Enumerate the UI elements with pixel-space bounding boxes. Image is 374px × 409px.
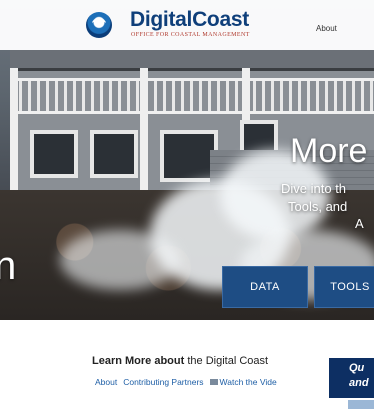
noaa-logo-icon[interactable] — [86, 12, 112, 38]
brand-title[interactable]: DigitalCoast — [130, 8, 249, 32]
learn-more-heading: Learn More about the Digital Coast — [92, 355, 268, 367]
hero-text-line-3: A — [355, 216, 364, 231]
hero-text-line-1: Dive into th — [281, 181, 347, 196]
callout-line-2: and — [349, 377, 369, 389]
hero-title: More — [290, 132, 368, 170]
hero-partial-text: n — [0, 244, 17, 288]
contributing-partners-link[interactable]: Contributing Partners — [123, 377, 203, 387]
watch-video-link[interactable]: Watch the Vide — [209, 377, 277, 387]
learn-more-bold: Learn More about — [92, 355, 185, 367]
nav-about-link[interactable]: About — [316, 24, 337, 33]
about-link[interactable]: About — [95, 377, 117, 387]
data-button[interactable]: DATA — [222, 266, 308, 308]
callout-line-1: Qu — [349, 362, 365, 374]
hero-text-line-2: Tools, and — [288, 199, 348, 214]
tools-button[interactable]: TOOLS — [314, 266, 374, 308]
brand-tagline: OFFICE FOR COASTAL MANAGEMENT — [131, 32, 250, 38]
video-icon — [209, 379, 218, 385]
watch-video-label: Watch the Vide — [219, 377, 277, 387]
page: DigitalCoast OFFICE FOR COASTAL MANAGEME… — [0, 0, 374, 409]
bottom-strip — [348, 400, 374, 409]
quick-callout[interactable]: Qu and — [329, 358, 374, 398]
site-header: DigitalCoast OFFICE FOR COASTAL MANAGEME… — [0, 0, 374, 50]
learn-links: About Contributing Partners Watch the Vi… — [95, 377, 277, 387]
learn-more-rest: the Digital Coast — [184, 355, 269, 367]
